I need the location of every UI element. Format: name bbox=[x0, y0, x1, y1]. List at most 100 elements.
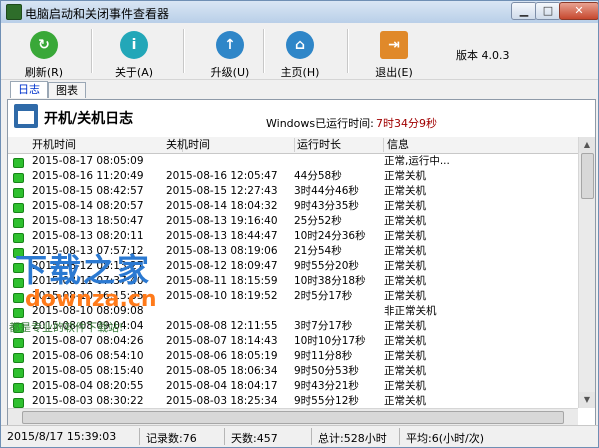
status-divider bbox=[399, 428, 400, 445]
status-dot-icon bbox=[13, 368, 24, 378]
title-bar[interactable]: 电脑启动和关闭事件查看器 ▁ □ ✕ bbox=[1, 1, 598, 23]
status-dot-icon bbox=[13, 188, 24, 198]
horizontal-scrollbar[interactable] bbox=[8, 408, 578, 425]
scroll-up-icon[interactable]: ▲ bbox=[579, 137, 595, 153]
cell-info: 正常关机 bbox=[384, 200, 426, 212]
cell-boot-time: 2015-08-13 07:57:12 bbox=[32, 245, 144, 257]
status-dot-icon bbox=[13, 158, 24, 168]
log-panel: 开机/关机日志 Windows已运行时间: 7时34分9秒 开机时间 关机时间 … bbox=[7, 99, 596, 427]
cell-info: 正常关机 bbox=[384, 260, 426, 272]
table-row[interactable]: 2015-08-15 08:42:57 2015-08-15 12:27:43 3时… bbox=[8, 184, 578, 199]
status-dot-icon bbox=[13, 323, 24, 333]
cell-duration: 25分52秒 bbox=[294, 215, 342, 227]
window-title: 电脑启动和关闭事件查看器 bbox=[25, 7, 170, 21]
status-dot-icon bbox=[13, 308, 24, 318]
cell-duration: 9时50分53秒 bbox=[294, 365, 359, 377]
status-divider bbox=[139, 428, 140, 445]
maximize-button[interactable]: □ bbox=[535, 2, 561, 20]
about-button[interactable]: i 关于(A) bbox=[99, 23, 169, 79]
cell-boot-time: 2015-08-07 08:04:26 bbox=[32, 335, 144, 347]
refresh-button[interactable]: ↻ 刷新(R) bbox=[9, 23, 79, 79]
table-row[interactable]: 2015-08-17 08:05:09 正常,运行中... bbox=[8, 154, 578, 169]
calendar-icon bbox=[14, 104, 38, 128]
upgrade-button[interactable]: ↑ 升级(U) bbox=[195, 23, 265, 79]
cell-shutdown-time: 2015-08-10 18:19:52 bbox=[166, 290, 278, 302]
cell-boot-time: 2015-08-03 08:30:22 bbox=[32, 395, 144, 407]
tab-strip: 日志 图表 bbox=[1, 80, 598, 98]
maximize-icon: □ bbox=[542, 4, 554, 17]
status-dot-icon bbox=[13, 338, 24, 348]
table-row[interactable]: 2015-08-10 16:15:35 2015-08-10 18:19:52 2时… bbox=[8, 289, 578, 304]
tab-log-label: 日志 bbox=[18, 83, 40, 96]
close-button[interactable]: ✕ bbox=[559, 2, 598, 20]
table-header: 开机时间 关机时间 运行时长 信息 bbox=[8, 137, 578, 154]
column-header-info[interactable]: 信息 bbox=[384, 138, 577, 152]
cell-duration: 3时7分17秒 bbox=[294, 320, 353, 332]
cell-boot-time: 2015-08-06 08:54:10 bbox=[32, 350, 144, 362]
table-row[interactable]: 2015-08-11 07:37:40 2015-08-11 18:15:59 10… bbox=[8, 274, 578, 289]
status-datetime: 2015/8/17 15:39:03 bbox=[7, 430, 117, 443]
tab-chart[interactable]: 图表 bbox=[48, 82, 86, 98]
cell-shutdown-time: 2015-08-11 18:15:59 bbox=[166, 275, 278, 287]
table-row[interactable]: 2015-08-05 08:15:40 2015-08-05 18:06:34 9时… bbox=[8, 364, 578, 379]
vertical-scroll-thumb[interactable] bbox=[581, 153, 594, 199]
cell-duration: 2时5分17秒 bbox=[294, 290, 353, 302]
cell-shutdown-time: 2015-08-08 12:11:55 bbox=[166, 320, 278, 332]
table-row[interactable]: 2015-08-12 08:13:27 2015-08-12 18:09:47 9时… bbox=[8, 259, 578, 274]
cell-info: 正常关机 bbox=[384, 170, 426, 182]
minimize-button[interactable]: ▁ bbox=[511, 2, 537, 20]
status-dot-icon bbox=[13, 233, 24, 243]
column-header-boot-time[interactable]: 开机时间 bbox=[8, 138, 183, 152]
table-row[interactable]: 2015-08-08 09:04:04 2015-08-08 12:11:55 3时… bbox=[8, 319, 578, 334]
table-row[interactable]: 2015-08-16 11:20:49 2015-08-16 12:05:47 44… bbox=[8, 169, 578, 184]
status-divider bbox=[311, 428, 312, 445]
table-row[interactable]: 2015-08-14 08:20:57 2015-08-14 18:04:32 9时… bbox=[8, 199, 578, 214]
status-dot-icon bbox=[13, 203, 24, 213]
table-row[interactable]: 2015-08-13 08:20:11 2015-08-13 18:44:47 10… bbox=[8, 229, 578, 244]
homepage-button[interactable]: ⌂ 主页(H) bbox=[265, 23, 335, 79]
status-dot-icon bbox=[13, 248, 24, 258]
tab-log[interactable]: 日志 bbox=[10, 81, 48, 98]
cell-shutdown-time: 2015-08-16 12:05:47 bbox=[166, 170, 278, 182]
cell-shutdown-time: 2015-08-04 18:04:17 bbox=[166, 380, 278, 392]
cell-duration: 3时44分46秒 bbox=[294, 185, 359, 197]
cell-info: 正常关机 bbox=[384, 350, 426, 362]
table-row[interactable]: 2015-08-13 18:50:47 2015-08-13 19:16:40 25… bbox=[8, 214, 578, 229]
log-header: 开机/关机日志 Windows已运行时间: 7时34分9秒 bbox=[8, 100, 595, 136]
horizontal-scroll-thumb[interactable] bbox=[22, 411, 564, 424]
cell-shutdown-time: 2015-08-03 18:25:34 bbox=[166, 395, 278, 407]
table-row[interactable]: 2015-08-03 08:30:22 2015-08-03 18:25:34 9时… bbox=[8, 394, 578, 409]
cell-info: 正常关机 bbox=[384, 335, 426, 347]
cell-info: 正常关机 bbox=[384, 215, 426, 227]
cell-shutdown-time: 2015-08-13 18:44:47 bbox=[166, 230, 278, 242]
cell-duration: 10时10分17秒 bbox=[294, 335, 366, 347]
scroll-down-icon[interactable]: ▼ bbox=[579, 392, 595, 408]
status-dot-icon bbox=[13, 173, 24, 183]
table-row[interactable]: 2015-08-04 08:20:55 2015-08-04 18:04:17 9时… bbox=[8, 379, 578, 394]
cell-shutdown-time: 2015-08-13 08:19:06 bbox=[166, 245, 278, 257]
cell-info: 正常关机 bbox=[384, 290, 426, 302]
cell-boot-time: 2015-08-10 08:09:08 bbox=[32, 305, 144, 317]
table-row[interactable]: 2015-08-06 08:54:10 2015-08-06 18:05:19 9时… bbox=[8, 349, 578, 364]
table-row[interactable]: 2015-08-13 07:57:12 2015-08-13 08:19:06 21… bbox=[8, 244, 578, 259]
column-header-duration[interactable]: 运行时长 bbox=[294, 138, 384, 152]
cell-boot-time: 2015-08-13 08:20:11 bbox=[32, 230, 144, 242]
vertical-scrollbar[interactable]: ▲ ▼ bbox=[578, 137, 595, 408]
cell-boot-time: 2015-08-04 08:20:55 bbox=[32, 380, 144, 392]
exit-button[interactable]: ⇥ 退出(E) bbox=[359, 23, 429, 79]
status-dot-icon bbox=[13, 263, 24, 273]
table-row[interactable]: 2015-08-10 08:09:08 非正常关机 bbox=[8, 304, 578, 319]
cell-boot-time: 2015-08-10 16:15:35 bbox=[32, 290, 144, 302]
table-row[interactable]: 2015-08-07 08:04:26 2015-08-07 18:14:43 10… bbox=[8, 334, 578, 349]
app-window: 电脑启动和关闭事件查看器 ▁ □ ✕ ↻ 刷新(R) i 关于(A) ↑ 升级(… bbox=[0, 0, 599, 448]
cell-shutdown-time: 2015-08-14 18:04:32 bbox=[166, 200, 278, 212]
cell-info: 正常关机 bbox=[384, 245, 426, 257]
tab-chart-label: 图表 bbox=[56, 84, 78, 97]
column-header-shutdown-time[interactable]: 关机时间 bbox=[163, 138, 295, 152]
status-dot-icon bbox=[13, 278, 24, 288]
cell-boot-time: 2015-08-08 09:04:04 bbox=[32, 320, 144, 332]
cell-shutdown-time: 2015-08-06 18:05:19 bbox=[166, 350, 278, 362]
status-dot-icon bbox=[13, 398, 24, 408]
cell-duration: 9时11分8秒 bbox=[294, 350, 353, 362]
cell-shutdown-time: 2015-08-07 18:14:43 bbox=[166, 335, 278, 347]
